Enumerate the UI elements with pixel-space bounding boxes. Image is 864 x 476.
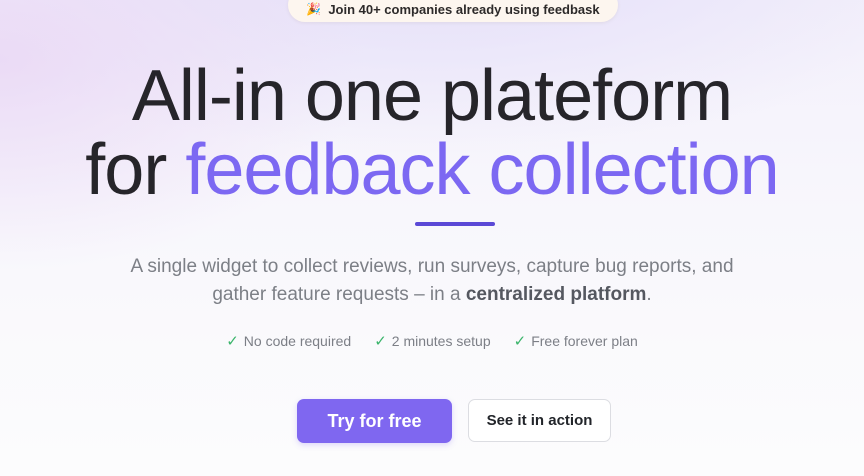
subtitle-bold: centralized platform <box>465 284 647 305</box>
feature-item: ✓ Free forever plan <box>514 332 638 350</box>
try-for-free-button[interactable]: Try for free <box>297 399 452 443</box>
check-icon: ✓ <box>226 333 239 350</box>
feature-list: ✓ No code required ✓ 2 minutes setup ✓ F… <box>0 332 864 350</box>
feature-item: ✓ No code required <box>226 332 351 350</box>
subtitle-line-1: A single widget to collect reviews, run … <box>130 256 734 277</box>
check-icon: ✓ <box>374 333 387 350</box>
see-it-in-action-button[interactable]: See it in action <box>468 399 611 442</box>
hero-title-line-2: for feedback collection <box>0 134 864 206</box>
social-proof-badge: 🎉 Join 40+ companies already using feedb… <box>288 0 618 22</box>
feature-label: Free forever plan <box>531 333 638 349</box>
title-divider <box>415 222 495 226</box>
hero-title-accent: feedback collection <box>185 130 779 210</box>
subtitle-line-2: gather feature requests – in a centraliz… <box>0 281 864 309</box>
hero-title-line-1: All-in one plateform <box>131 56 733 136</box>
hero-title-plain: for <box>85 130 167 210</box>
subtitle-suffix: . <box>646 284 652 305</box>
feature-item: ✓ 2 minutes setup <box>374 332 490 350</box>
check-icon: ✓ <box>513 333 527 350</box>
subtitle-prefix: gather feature requests – in a <box>212 284 461 305</box>
badge-text: Join 40+ companies already using feedbas… <box>328 1 600 17</box>
party-popper-icon: 🎉 <box>306 2 322 16</box>
feature-label: No code required <box>243 333 352 349</box>
feature-label: 2 minutes setup <box>391 333 491 349</box>
